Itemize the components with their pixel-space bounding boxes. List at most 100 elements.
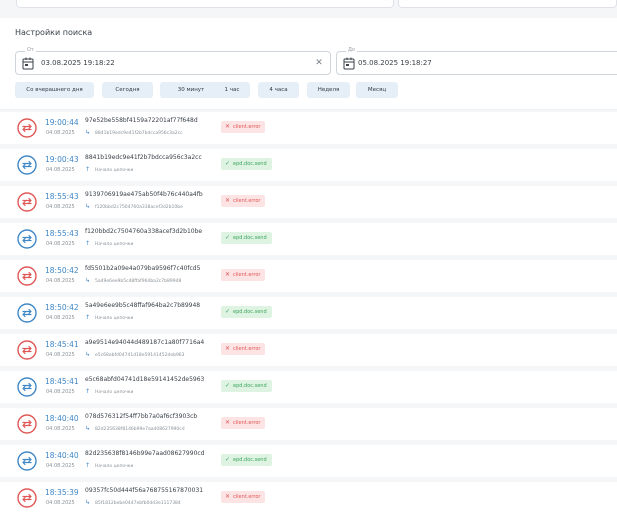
- status-badge: ✕ client.error: [221, 195, 266, 207]
- event-date: 04.08.2025: [46, 204, 75, 210]
- date-to-label: До: [346, 47, 357, 53]
- top-filter-input[interactable]: [16, 0, 394, 8]
- event-id[interactable]: fd5501b2a09e4a079ba9596f7c40fcd5: [85, 265, 200, 272]
- status-badge: ✕ client.error: [221, 121, 266, 133]
- event-chain[interactable]: ↳ e5c68abfd04741d18e59141452deb963: [85, 351, 185, 358]
- status-text: epd.doc.send: [233, 235, 267, 241]
- event-chain-text: Начало цепочки: [95, 464, 134, 469]
- top-filter-input-2[interactable]: [398, 0, 617, 8]
- event-id[interactable]: 5a49e6ee9b5c48ffaf964ba2c7b89948: [85, 302, 200, 309]
- exchange-icon: [17, 451, 37, 471]
- event-chain[interactable]: ↑ Начало цепочки: [85, 462, 133, 469]
- event-chain[interactable]: ↑ Начало цепочки: [85, 166, 133, 173]
- arrow-up-icon: ↑: [85, 462, 91, 469]
- status-text: client.error: [233, 272, 261, 278]
- date-from-field[interactable]: От 03.08.2025 19:18:22 ✕: [15, 47, 331, 75]
- event-date: 04.08.2025: [46, 241, 75, 247]
- preset-month[interactable]: Месяц: [356, 82, 398, 98]
- event-time: 18:50:42: [45, 266, 79, 275]
- event-id[interactable]: 8841b19edc9e41f2b7bdcca956c3a2cc: [85, 154, 202, 161]
- event-row[interactable]: 18:55:43 04.08.2025 f120bbd2c7504760a338ac…: [0, 223, 617, 255]
- preset-30-min[interactable]: 30 минут: [160, 82, 222, 98]
- status-badge: ✓ epd.doc.send: [221, 380, 272, 392]
- event-row[interactable]: 18:45:41 04.08.2025 a9e9514e94044d489187c1…: [0, 334, 617, 366]
- event-chain-text: 82d235638f8146b99e7aad08627990cd: [95, 427, 185, 432]
- status-text: epd.doc.send: [233, 457, 267, 463]
- event-chain-text: 8841b19edc9e41f2b7bdcca956c3a2cc: [95, 131, 183, 136]
- event-chain-text: Начало цепочки: [95, 168, 134, 173]
- event-time: 18:50:42: [45, 303, 79, 312]
- event-row[interactable]: 18:50:42 04.08.2025 5a49e6ee9b5c48ffaf964b…: [0, 297, 617, 329]
- event-row[interactable]: 18:45:41 04.08.2025 e5c68abfd04741d18e5914…: [0, 371, 617, 403]
- event-id[interactable]: a9e9514e94044d489187c1a80f7716a4: [85, 339, 204, 346]
- status-badge: ✕ client.error: [221, 417, 266, 429]
- reply-arrow-icon: ↳: [85, 203, 91, 210]
- event-date: 04.08.2025: [46, 426, 75, 432]
- event-id[interactable]: e5c68abfd04741d18e59141452de5963: [85, 376, 204, 383]
- exchange-error-icon: [17, 266, 37, 286]
- event-row[interactable]: 18:55:43 04.08.2025 9139706919ae475ab50f4b…: [0, 186, 617, 218]
- event-id[interactable]: f120bbd2c7504760a338acef3d2b10be: [85, 228, 202, 235]
- event-date: 04.08.2025: [46, 463, 75, 469]
- status-text: client.error: [233, 198, 261, 204]
- exchange-icon: [17, 303, 37, 323]
- event-row[interactable]: 18:35:39 04.08.2025 09357fc50d444f56a76875…: [0, 482, 617, 512]
- date-to-field[interactable]: До 05.08.2025 19:18:27: [336, 47, 617, 75]
- status-text: epd.doc.send: [233, 383, 267, 389]
- event-chain[interactable]: ↳ f120bbd2c7504760a338acef3d2b10be: [85, 203, 183, 210]
- date-to-value: 05.08.2025 19:18:27: [358, 59, 432, 67]
- event-date: 04.08.2025: [46, 278, 75, 284]
- status-text: client.error: [233, 346, 261, 352]
- event-chain-text: Начало цепочки: [95, 242, 134, 247]
- exchange-icon: [17, 229, 37, 249]
- preset-since-yesterday[interactable]: Со вчерашнего дня: [15, 82, 94, 98]
- reply-arrow-icon: ↳: [85, 499, 91, 506]
- close-icon: ✕: [225, 493, 231, 500]
- calendar-icon: [343, 57, 355, 70]
- event-id[interactable]: 09357fc50d444f56a768755167870031: [85, 487, 203, 494]
- status-badge: ✓ epd.doc.send: [221, 232, 272, 244]
- event-id[interactable]: 82d235638f8146b99e7aad08627990cd: [85, 450, 205, 457]
- event-row[interactable]: 18:40:40 04.08.2025 078d576312f54ff7bb7a0a…: [0, 408, 617, 440]
- event-chain[interactable]: ↳ 82d235638f8146b99e7aad08627990cd: [85, 425, 185, 432]
- event-date: 04.08.2025: [46, 167, 75, 173]
- event-time: 18:55:43: [45, 229, 79, 238]
- event-chain[interactable]: ↑ Начало цепочки: [85, 388, 133, 395]
- status-badge: ✕ client.error: [221, 343, 266, 355]
- status-text: client.error: [233, 124, 261, 130]
- event-id[interactable]: 97e52be558bf4159a72201af77f648d: [85, 117, 198, 124]
- event-time: 19:00:44: [45, 118, 79, 127]
- preset-today[interactable]: Сегодня: [102, 82, 153, 98]
- close-icon: ✕: [225, 197, 231, 204]
- preset-1-hour[interactable]: 1 час: [214, 82, 250, 98]
- event-chain[interactable]: ↳ 5a49e6ee9b5c48ffaf964ba2c7b89948: [85, 277, 181, 284]
- event-row[interactable]: 18:50:42 04.08.2025 fd5501b2a09e4a079ba959…: [0, 260, 617, 292]
- event-chain[interactable]: ↑ Начало цепочки: [85, 240, 133, 247]
- event-chain[interactable]: ↳ 8841b19edc9e41f2b7bdcca956c3a2cc: [85, 129, 183, 136]
- event-row[interactable]: 18:40:40 04.08.2025 82d235638f8146b99e7aad…: [0, 445, 617, 477]
- clear-from-icon[interactable]: ✕: [313, 57, 325, 69]
- panel-title: Настройки поиска: [15, 28, 93, 37]
- event-date: 04.08.2025: [46, 389, 75, 395]
- event-time: 18:40:40: [45, 414, 79, 423]
- event-row[interactable]: 19:00:44 04.08.2025 97e52be558bf4159a72201…: [0, 112, 617, 144]
- close-icon: ✕: [225, 123, 231, 130]
- preset-4-hours[interactable]: 4 часа: [258, 82, 299, 98]
- reply-arrow-icon: ↳: [85, 129, 91, 136]
- date-from-label: От: [25, 47, 36, 53]
- event-time: 19:00:43: [45, 155, 79, 164]
- event-chain[interactable]: ↑ Начало цепочки: [85, 314, 133, 321]
- calendar-icon: [22, 57, 34, 70]
- event-time: 18:45:41: [45, 340, 79, 349]
- event-id[interactable]: 078d576312f54ff7bb7a0af6cf3903cb: [85, 413, 197, 420]
- exchange-error-icon: [17, 414, 37, 434]
- status-text: client.error: [233, 420, 261, 426]
- reply-arrow-icon: ↳: [85, 277, 91, 284]
- status-badge: ✕ client.error: [221, 269, 266, 281]
- preset-week[interactable]: Неделя: [307, 82, 350, 98]
- event-chain-text: Начало цепочки: [95, 316, 134, 321]
- event-chain[interactable]: ↳ 85f1812bebe0447ebfb0dd3e1117384: [85, 499, 181, 506]
- event-row[interactable]: 19:00:43 04.08.2025 8841b19edc9e41f2b7bdcc…: [0, 149, 617, 181]
- exchange-error-icon: [17, 192, 37, 212]
- event-id[interactable]: 9139706919ae475ab50f4b76c440a4fb: [85, 191, 203, 198]
